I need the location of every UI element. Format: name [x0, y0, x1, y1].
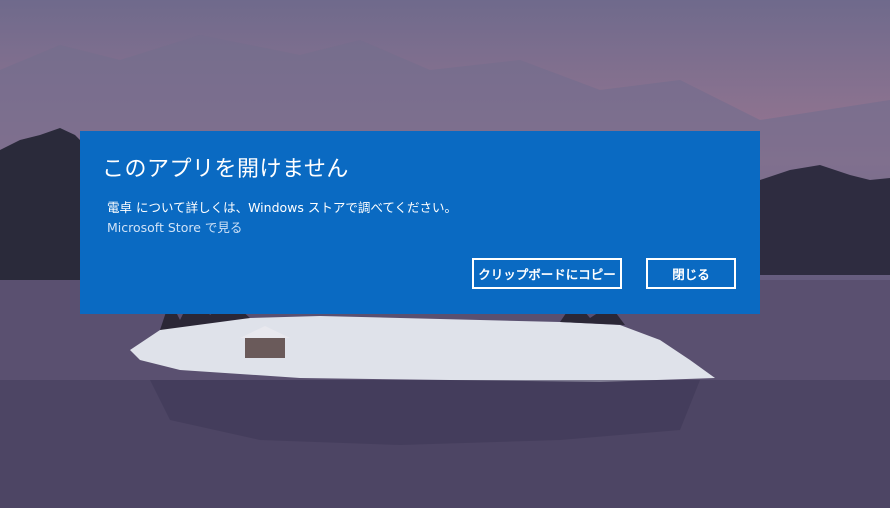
- desktop-wallpaper: このアプリを開けません 電卓 について詳しくは、Windows ストアで調べてく…: [0, 0, 890, 508]
- close-button[interactable]: 閉じる: [646, 258, 736, 289]
- app-error-dialog: このアプリを開けません 電卓 について詳しくは、Windows ストアで調べてく…: [80, 131, 760, 314]
- dialog-message: 電卓 について詳しくは、Windows ストアで調べてください。: [107, 200, 457, 215]
- microsoft-store-link[interactable]: Microsoft Store で見る: [107, 217, 242, 236]
- dialog-title: このアプリを開けません: [102, 157, 349, 182]
- copy-to-clipboard-button[interactable]: クリップボードにコピー: [472, 258, 622, 289]
